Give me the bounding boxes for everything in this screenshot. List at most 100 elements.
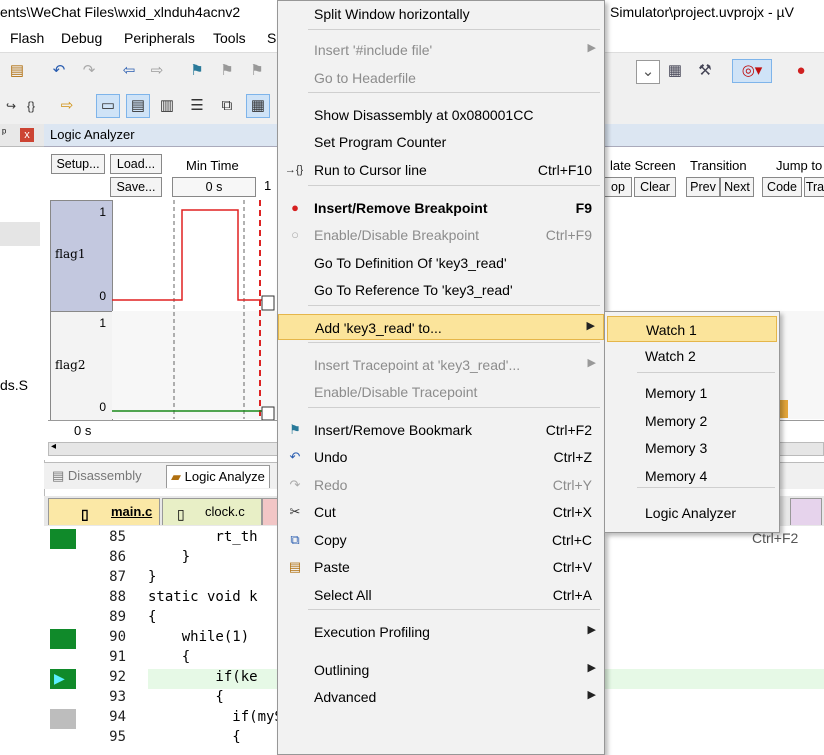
watch-window-icon[interactable]: ▦: [246, 94, 270, 118]
find-file-icon[interactable]: ▦: [664, 60, 686, 82]
code-line[interactable]: rt_th: [148, 529, 257, 549]
tab-disassembly[interactable]: ▤ Disassembly: [52, 468, 142, 484]
menu-item-insert-include-file[interactable]: Insert '#include file' ▶: [278, 37, 604, 63]
menu-item-add-key3-read-to[interactable]: Add 'key3_read' to... ▶: [278, 314, 604, 340]
tab-clock-c[interactable]: ▯ clock.c: [162, 498, 262, 525]
paste-toolbar-icon[interactable]: ▤: [6, 60, 28, 82]
line-number: 95: [109, 729, 126, 745]
submenu-item-memory-1[interactable]: Memory 1: [607, 380, 777, 406]
menu-svcs[interactable]: S: [267, 30, 276, 46]
undo-toolbar-icon[interactable]: ↶: [48, 60, 70, 82]
show-next-statement-icon[interactable]: ⇨: [56, 95, 78, 117]
menu-item-label: Set Program Counter: [314, 134, 447, 150]
menu-item-enable-disable-breakpoint[interactable]: ○ Enable/Disable Breakpoint Ctrl+F9: [278, 222, 604, 248]
line-number: 93: [109, 689, 126, 705]
menu-debug[interactable]: Debug: [61, 30, 102, 46]
code-line[interactable]: }: [148, 569, 156, 589]
symbols-window-icon[interactable]: ▥: [156, 95, 178, 117]
cut-icon: ✂: [289, 504, 301, 519]
code-line[interactable]: {: [148, 649, 190, 669]
prev-button[interactable]: Prev: [686, 177, 720, 197]
menu-item-select-all[interactable]: Select All Ctrl+A: [278, 582, 604, 608]
menu-item-insert-tracepoint-at-key3-read[interactable]: Insert Tracepoint at 'key3_read'... ▶: [278, 352, 604, 378]
menu-item-label: Go to Headerfile: [314, 70, 416, 86]
menu-item-go-to-reference-to-key3-read[interactable]: Go To Reference To 'key3_read': [278, 277, 604, 303]
menu-item-cut[interactable]: ✂ Cut Ctrl+X: [278, 499, 604, 525]
tab-partial[interactable]: [262, 498, 278, 525]
close-icon[interactable]: x: [20, 128, 34, 142]
menu-item-outlining[interactable]: Outlining ▶: [278, 657, 604, 683]
menu-peripherals[interactable]: Peripherals: [124, 30, 195, 46]
setup-button[interactable]: Setup...: [51, 154, 105, 174]
menu-item-redo[interactable]: ↷ Redo Ctrl+Y: [278, 472, 604, 498]
code-line[interactable]: while(1): [148, 629, 249, 649]
tools-icon[interactable]: ⚒: [694, 60, 716, 82]
disassembly-window-icon[interactable]: ▤: [126, 94, 150, 118]
menu-item-run-to-cursor-line[interactable]: →{} Run to Cursor line Ctrl+F10: [278, 157, 604, 183]
submenu-item-memory-3[interactable]: Memory 3: [607, 435, 777, 461]
min-time-value: 0 s: [172, 177, 256, 197]
prev-bookmark-icon[interactable]: ⚑: [216, 60, 238, 82]
menu-item-go-to-headerfile[interactable]: Go to Headerfile: [278, 65, 604, 91]
project-selected-row[interactable]: [0, 222, 40, 246]
trace-button[interactable]: Tra: [804, 177, 824, 197]
tab-partial-right[interactable]: [790, 498, 822, 525]
stop-button[interactable]: op: [604, 177, 632, 197]
menu-item-split-window-horizontally[interactable]: Split Window horizontally: [278, 1, 604, 27]
command-window-icon[interactable]: ▭: [96, 94, 120, 118]
menu-flash[interactable]: Flash: [10, 30, 44, 46]
menu-item-label: Go To Reference To 'key3_read': [314, 282, 513, 298]
menu-tools[interactable]: Tools: [213, 30, 246, 46]
nav-forward-icon[interactable]: ⇨: [146, 60, 168, 82]
line-number: 89: [109, 609, 126, 625]
code-line[interactable]: }: [148, 549, 190, 569]
next-button[interactable]: Next: [720, 177, 754, 197]
menu-item-show-disassembly-at-0x080001cc[interactable]: Show Disassembly at 0x080001CC: [278, 102, 604, 128]
submenu-item-memory-4[interactable]: Memory 4: [607, 463, 777, 489]
menu-item-paste[interactable]: ▤ Paste Ctrl+V: [278, 554, 604, 580]
code-line[interactable]: {: [148, 609, 156, 629]
call-stack-icon[interactable]: ⧉: [216, 95, 238, 117]
code-line[interactable]: {: [148, 729, 240, 749]
tab-main-c[interactable]: ▯ main.c: [48, 498, 160, 525]
tab-logic-analyzer[interactable]: ▰ Logic Analyze: [166, 465, 270, 488]
pin-icon[interactable]: ᵖ: [2, 127, 6, 139]
submenu-item-memory-2[interactable]: Memory 2: [607, 408, 777, 434]
max-time-partial: 1: [264, 178, 272, 193]
registers-window-icon[interactable]: ☰: [186, 95, 208, 117]
next-bookmark-icon[interactable]: ⚑: [246, 60, 268, 82]
submenu-item-watch-2[interactable]: Watch 2: [607, 343, 777, 369]
nav-back-icon[interactable]: ⇦: [118, 60, 140, 82]
menu-item-shortcut: Ctrl+Y: [552, 477, 592, 493]
menu-item-shortcut: Ctrl+F10: [537, 162, 592, 178]
menu-item-insert-remove-breakpoint[interactable]: ● Insert/Remove Breakpoint F9: [278, 195, 604, 221]
scroll-left-icon[interactable]: ◂: [51, 441, 56, 452]
debug-session-icon[interactable]: ◎▾: [732, 59, 772, 83]
submenu-item-logic-analyzer[interactable]: Logic Analyzer: [607, 500, 777, 526]
code-line[interactable]: if(ke: [148, 669, 257, 689]
menu-item-copy[interactable]: ⧉ Copy Ctrl+C: [278, 527, 604, 553]
menu-item-set-program-counter[interactable]: Set Program Counter: [278, 129, 604, 155]
project-file-item[interactable]: ds.S: [0, 377, 28, 393]
dropdown-arrow-icon[interactable]: ⌄: [636, 60, 660, 84]
menu-item-advanced[interactable]: Advanced ▶: [278, 684, 604, 710]
menu-item-insert-remove-bookmark[interactable]: ⚑ Insert/Remove Bookmark Ctrl+F2: [278, 417, 604, 443]
load-button[interactable]: Load...: [110, 154, 162, 174]
redo-toolbar-icon[interactable]: ↷: [78, 60, 100, 82]
signal-row-flag2[interactable]: 1 flag2 0: [50, 311, 113, 421]
code-button[interactable]: Code: [762, 177, 802, 197]
menu-item-undo[interactable]: ↶ Undo Ctrl+Z: [278, 444, 604, 470]
save-button[interactable]: Save...: [110, 177, 162, 197]
signal-row-flag1[interactable]: 1 flag1 0: [50, 200, 113, 312]
menu-item-go-to-definition-of-key3-read[interactable]: Go To Definition Of 'key3_read': [278, 250, 604, 276]
braces-icon[interactable]: {}: [18, 95, 44, 117]
submenu-item-watch-1[interactable]: Watch 1: [607, 316, 777, 342]
code-line[interactable]: static void k: [148, 589, 258, 609]
breakpoint-toolbar-icon[interactable]: ●: [790, 60, 812, 82]
menu-item-execution-profiling[interactable]: Execution Profiling ▶: [278, 619, 604, 645]
bookmark-toolbar-icon[interactable]: ⚑: [186, 60, 208, 82]
menu-item-enable-disable-tracepoint[interactable]: Enable/Disable Tracepoint: [278, 379, 604, 405]
code-line[interactable]: {: [148, 689, 223, 709]
breakpoint-disabled-icon: ○: [291, 227, 299, 242]
clear-button[interactable]: Clear: [634, 177, 676, 197]
